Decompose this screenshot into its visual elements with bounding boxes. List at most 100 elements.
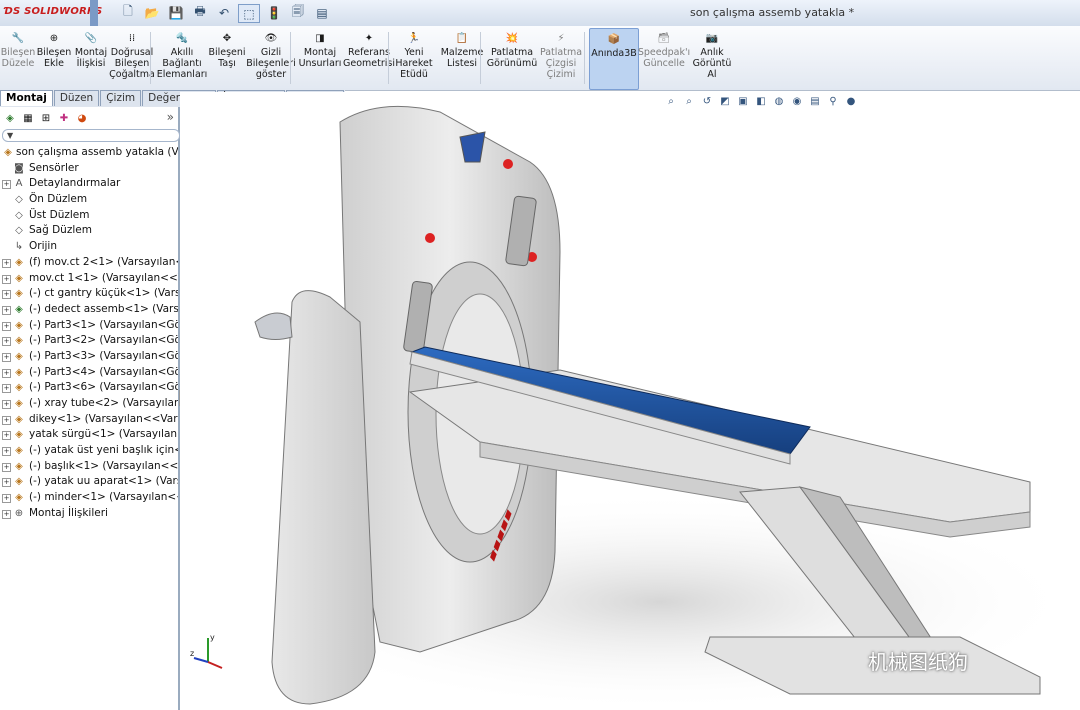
tree-item[interactable]: + ◈ (-) Part3<4> (Varsayılan<Görür xyxy=(0,365,178,381)
tab-2[interactable]: Çizim xyxy=(100,90,142,106)
file-properties-icon[interactable]: 🗐 xyxy=(288,4,308,21)
tree-item[interactable]: + ◈ (f) mov.ct 2<1> (Varsayılan<<V xyxy=(0,255,178,271)
expand-icon[interactable]: + xyxy=(2,180,11,190)
ribbon-button[interactable]: ✦ Referans Geometrisi xyxy=(343,28,395,88)
ribbon-button-icon: 📎 xyxy=(84,32,98,44)
ribbon-button[interactable]: ◨ Montaj Unsurları xyxy=(298,28,342,88)
collapse-icon[interactable]: » xyxy=(167,110,174,124)
expand-icon[interactable]: + xyxy=(2,368,11,378)
expand-icon[interactable]: + xyxy=(2,337,11,347)
hide-show-icon[interactable]: ◍ xyxy=(772,95,786,107)
part-icon: ◈ xyxy=(15,445,23,457)
tree-item[interactable]: + A Detaylandırmalar xyxy=(0,176,178,192)
ribbon-button-label: Bileşeni Taşı xyxy=(208,47,246,69)
expand-icon[interactable]: + xyxy=(2,384,11,394)
zoom-fit-icon[interactable]: ⌕ xyxy=(664,95,678,107)
tree-root[interactable]: ◈ son çalışma assemb yatakla (Varsa xyxy=(0,145,178,161)
tree-item[interactable]: ◇ Üst Düzlem xyxy=(0,208,178,224)
expand-icon[interactable]: + xyxy=(2,431,11,441)
tree-item[interactable]: + ◈ mov.ct 1<1> (Varsayılan<<Vars xyxy=(0,271,178,287)
tree-item[interactable]: + ◈ (-) ct gantry küçük<1> (Varsayıl xyxy=(0,286,178,302)
tree-item[interactable]: + ◈ (-) xray tube<2> (Varsayılan<< xyxy=(0,396,178,412)
expand-icon[interactable]: + xyxy=(2,305,11,315)
expand-icon[interactable]: + xyxy=(2,478,11,488)
tree-filter[interactable]: ▼ xyxy=(2,129,180,142)
tree-item[interactable]: + ◈ dikey<1> (Varsayılan<<Varsayı xyxy=(0,412,178,428)
ribbon-button[interactable]: 💥 Patlatma Görünümü xyxy=(487,28,537,88)
ribbon-button-icon: ✥ xyxy=(222,32,232,44)
ct-scanner-model[interactable]: ▰▰▰▰▰ xyxy=(180,92,1080,710)
expand-icon[interactable]: + xyxy=(2,415,11,425)
configuration-manager-icon[interactable]: ⊞ xyxy=(38,110,54,126)
ribbon-button[interactable]: 🏃 Yeni Hareket Etüdü xyxy=(395,28,432,88)
tab-1[interactable]: Düzen xyxy=(53,90,100,106)
view-settings-icon[interactable]: ⚲ xyxy=(826,95,840,107)
tree-item[interactable]: + ◈ (-) başlık<1> (Varsayılan<<Var xyxy=(0,459,178,475)
expand-icon[interactable]: + xyxy=(2,258,11,268)
feature-tree-icon[interactable]: ◈ xyxy=(2,110,18,126)
zoom-area-icon[interactable]: ⌕ xyxy=(682,95,696,107)
ribbon-button[interactable]: ⁞⁞ Doğrusal Bileşen Çoğaltma xyxy=(108,28,156,88)
expand-icon[interactable]: + xyxy=(2,494,11,504)
expand-icon[interactable]: + xyxy=(2,447,11,457)
property-manager-icon[interactable]: ▦ xyxy=(20,110,36,126)
expand-icon[interactable]: + xyxy=(2,274,11,284)
select-icon[interactable]: ⬚ xyxy=(238,4,260,23)
tree-item[interactable]: + ◈ (-) Part3<1> (Varsayılan<Görür xyxy=(0,318,178,334)
ribbon-button[interactable]: ✥ Bileşeni Taşı xyxy=(208,28,246,88)
ribbon-button[interactable]: 📎 Montaj İlişkisi xyxy=(74,28,108,88)
ribbon-button-label: Akıllı Bağlantı Elemanları xyxy=(156,47,208,80)
scene-icon[interactable]: ▤ xyxy=(808,95,822,107)
menu-expand-icon[interactable] xyxy=(90,0,98,26)
display-manager-icon[interactable]: ◕ xyxy=(74,110,90,126)
tree-item[interactable]: + ⊕ Montaj İlişkileri xyxy=(0,506,178,522)
tree-item[interactable]: + ◈ (-) dedect assemb<1> (Varsayı xyxy=(0,302,178,318)
display-style-icon[interactable]: ◧ xyxy=(754,95,768,107)
tab-0[interactable]: Montaj xyxy=(0,90,53,106)
ribbon-button[interactable]: 🔩 Akıllı Bağlantı Elemanları xyxy=(156,28,208,88)
tree-item[interactable]: + ◈ (-) yatak uu aparat<1> (Varsayı xyxy=(0,474,178,490)
tree-item[interactable]: ◙ Sensörler xyxy=(0,161,178,177)
ribbon-button[interactable]: ⚡ Patlatma Çizgisi Çizimi xyxy=(538,28,584,88)
tree-item[interactable]: + ◈ yatak sürgü<1> (Varsayılan<<V xyxy=(0,427,178,443)
tree-item[interactable]: ◇ Ön Düzlem xyxy=(0,192,178,208)
tree-item[interactable]: ◇ Sağ Düzlem xyxy=(0,223,178,239)
expand-icon[interactable]: + xyxy=(2,509,11,519)
view-orientation-icon[interactable]: ▣ xyxy=(736,95,750,107)
expand-icon[interactable]: + xyxy=(2,400,11,409)
ribbon-button[interactable]: 👁 Gizli Bileşenleri göster xyxy=(246,28,296,88)
expand-icon[interactable]: + xyxy=(2,462,11,472)
save-icon[interactable]: 💾 xyxy=(166,4,186,21)
expand-icon[interactable]: + xyxy=(2,352,11,362)
expand-icon[interactable]: + xyxy=(2,290,11,300)
tree-item[interactable]: + ◈ (-) Part3<3> (Varsayılan<Görür xyxy=(0,349,178,365)
tree-item[interactable]: + ◈ (-) Part3<6> (Varsayılan<Görür xyxy=(0,380,178,396)
previous-view-icon[interactable]: ↺ xyxy=(700,95,714,107)
rebuild-icon[interactable]: 🚦 xyxy=(264,4,284,21)
indicator-light xyxy=(503,159,513,169)
solidworks-logo[interactable]: ƊS SOLIDWORKS xyxy=(4,6,102,17)
ribbon-button[interactable]: 🔧 Bileşen Düzele xyxy=(1,28,35,88)
appearance-icon[interactable]: ◉ xyxy=(790,95,804,107)
expand-icon[interactable]: + xyxy=(2,321,11,331)
ribbon-button[interactable]: 📦 Anında3B xyxy=(589,28,639,90)
tree-item[interactable]: ↳ Orijin xyxy=(0,239,178,255)
tree-item[interactable]: + ◈ (-) yatak üst yeni başlık için<1> xyxy=(0,443,178,459)
tree-item[interactable]: + ◈ (-) Part3<2> (Varsayılan<Görür xyxy=(0,333,178,349)
options-icon[interactable]: ▤ xyxy=(312,4,332,21)
panel-tabs: ◈ ▦ ⊞ ✚ ◕ xyxy=(0,110,180,128)
undo-icon[interactable]: ↶ xyxy=(214,4,234,21)
graphics-area[interactable]: ⌕ ⌕ ↺ ◩ ▣ ◧ ◍ ◉ ▤ ⚲ ● ▰▰▰▰▰ z y 机械图纸狗 xyxy=(180,92,1080,710)
ribbon-button-label: Montaj Unsurları xyxy=(298,47,342,69)
new-document-icon[interactable]: 🗋 xyxy=(118,4,138,21)
ribbon-button[interactable]: 🗃 Speedpak'ı Güncelle xyxy=(638,28,690,88)
dimxpert-icon[interactable]: ✚ xyxy=(56,110,72,126)
ribbon-button[interactable]: 📷 Anlık Görüntü Al xyxy=(692,28,732,88)
section-view-icon[interactable]: ◩ xyxy=(718,95,732,107)
realview-icon[interactable]: ● xyxy=(844,95,858,107)
tree-item[interactable]: + ◈ (-) minder<1> (Varsayılan<<Va xyxy=(0,490,178,506)
ribbon-button[interactable]: 📋 Malzeme Listesi xyxy=(440,28,484,88)
ribbon-button[interactable]: ⊕ Bileşen Ekle xyxy=(37,28,71,88)
open-icon[interactable]: 📂 xyxy=(142,4,162,21)
print-icon[interactable]: 🖶 xyxy=(190,4,210,21)
